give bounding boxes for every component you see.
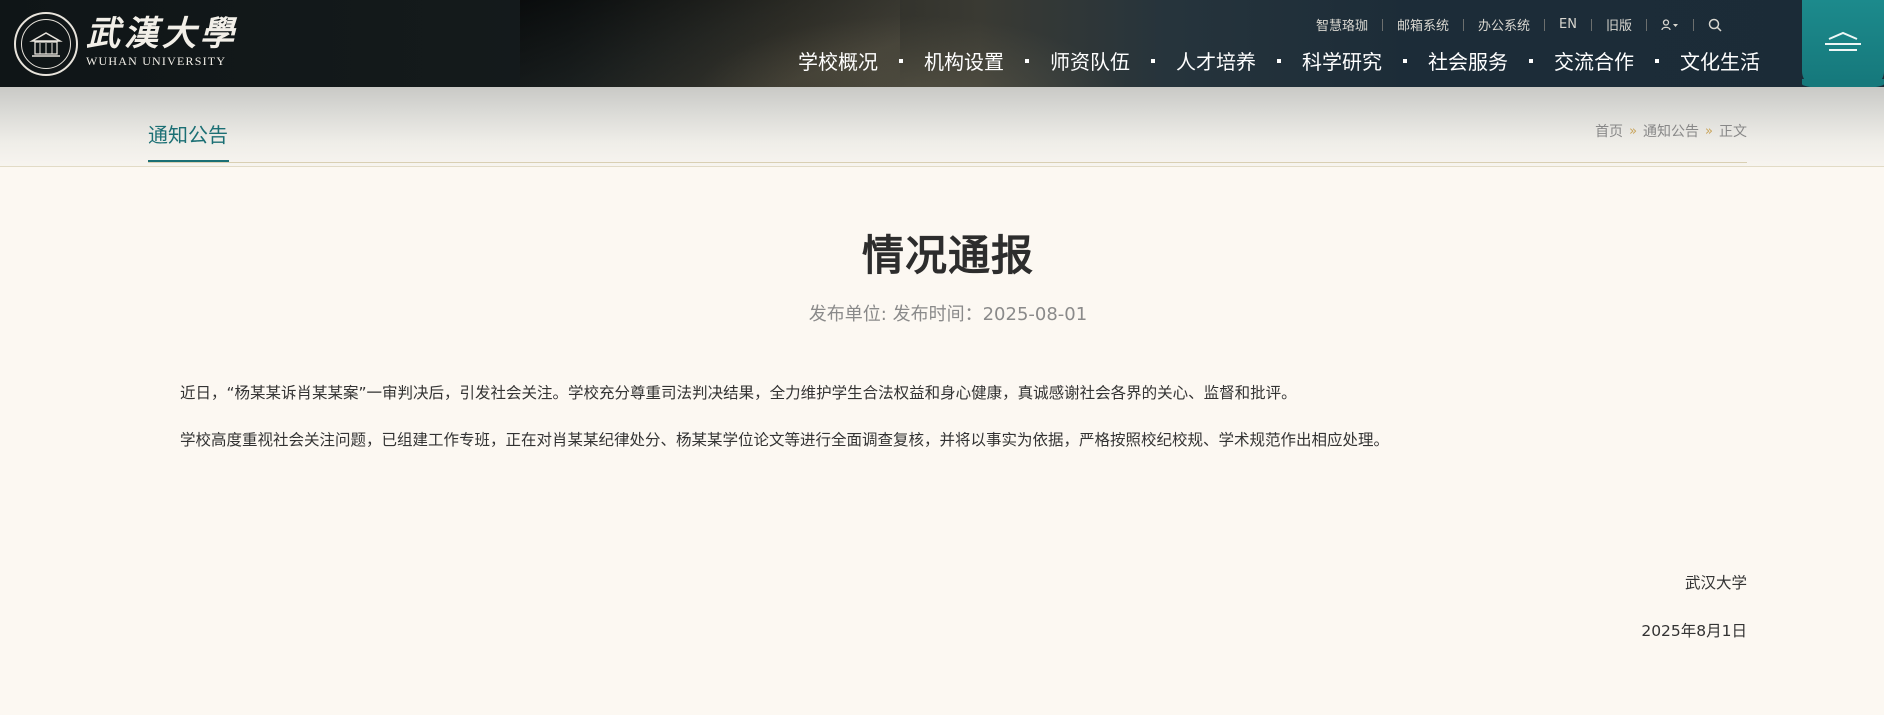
breadcrumb-current: 正文 <box>1719 124 1747 140</box>
toplink-old-version[interactable]: 旧版 <box>1592 15 1646 34</box>
utility-links: 智慧珞珈 邮箱系统 办公系统 EN 旧版 <box>1302 15 1736 34</box>
nav-separator <box>1025 58 1029 63</box>
university-name-logo[interactable]: 武漢大學 WUHAN UNIVERSITY <box>86 14 238 68</box>
search-button[interactable] <box>1694 18 1736 32</box>
article-paragraph: 近日，“杨某某诉肖某某案”一审判决后，引发社会关注。学校充分尊重司法判决结果，全… <box>180 384 1297 402</box>
nav-item-education[interactable]: 人才培养 <box>1176 46 1256 75</box>
menu-toggle-button[interactable] <box>1802 0 1884 87</box>
breadcrumb-section[interactable]: 通知公告 <box>1643 121 1699 141</box>
breadcrumb-separator-icon: » <box>1705 123 1713 139</box>
article-signature: 武汉大学 <box>1684 574 1747 592</box>
search-icon <box>1708 18 1722 32</box>
toplink-smart-luojia[interactable]: 智慧珞珈 <box>1302 15 1382 34</box>
main-navigation: 学校概况 机构设置 师资队伍 人才培养 科学研究 社会服务 交流合作 文化生活 <box>798 46 1760 75</box>
university-seal-logo[interactable] <box>14 12 78 76</box>
nav-separator <box>899 58 903 63</box>
article-meta: 发布单位: 发布时间：2025-08-01 <box>808 304 1088 325</box>
logo-chinese-name: 武漢大學 <box>86 14 238 54</box>
breadcrumb: 首页 » 通知公告 » 正文 <box>1595 121 1747 141</box>
breadcrumb-separator-icon: » <box>1629 123 1638 139</box>
nav-item-faculty[interactable]: 师资队伍 <box>1050 46 1130 75</box>
article-title: 情况通报 <box>861 231 1034 280</box>
toplink-email[interactable]: 邮箱系统 <box>1383 15 1463 34</box>
toplink-office[interactable]: 办公系统 <box>1464 15 1544 34</box>
nav-separator <box>1529 58 1533 63</box>
article-paragraph: 学校高度重视社会关注问题，已组建工作专班，正在对肖某某纪律处分、杨某某学位论文等… <box>180 431 1390 449</box>
user-menu-button[interactable] <box>1647 18 1693 31</box>
nav-item-social-service[interactable]: 社会服务 <box>1428 46 1508 75</box>
building-icon <box>29 32 63 57</box>
nav-separator <box>1277 58 1281 63</box>
nav-separator <box>1403 58 1407 63</box>
menu-icon <box>1825 31 1861 51</box>
divider <box>148 162 1747 163</box>
nav-item-research[interactable]: 科学研究 <box>1302 46 1382 75</box>
nav-item-culture[interactable]: 文化生活 <box>1680 46 1760 75</box>
nav-separator <box>1655 58 1659 63</box>
logo-english-name: WUHAN UNIVERSITY <box>86 54 227 68</box>
user-icon <box>1661 18 1678 30</box>
section-title-tab[interactable]: 通知公告 <box>148 119 228 148</box>
nav-item-organizations[interactable]: 机构设置 <box>924 46 1004 75</box>
nav-item-overview[interactable]: 学校概况 <box>798 46 878 75</box>
toplink-english[interactable]: EN <box>1545 17 1591 32</box>
nav-item-exchange[interactable]: 交流合作 <box>1554 46 1634 75</box>
breadcrumb-home[interactable]: 首页 <box>1595 121 1623 141</box>
site-header: 武漢大學 WUHAN UNIVERSITY 智慧珞珈 邮箱系统 办公系统 EN … <box>0 0 1884 87</box>
article-date: 2025年8月1日 <box>1641 622 1747 640</box>
nav-separator <box>1151 58 1155 63</box>
